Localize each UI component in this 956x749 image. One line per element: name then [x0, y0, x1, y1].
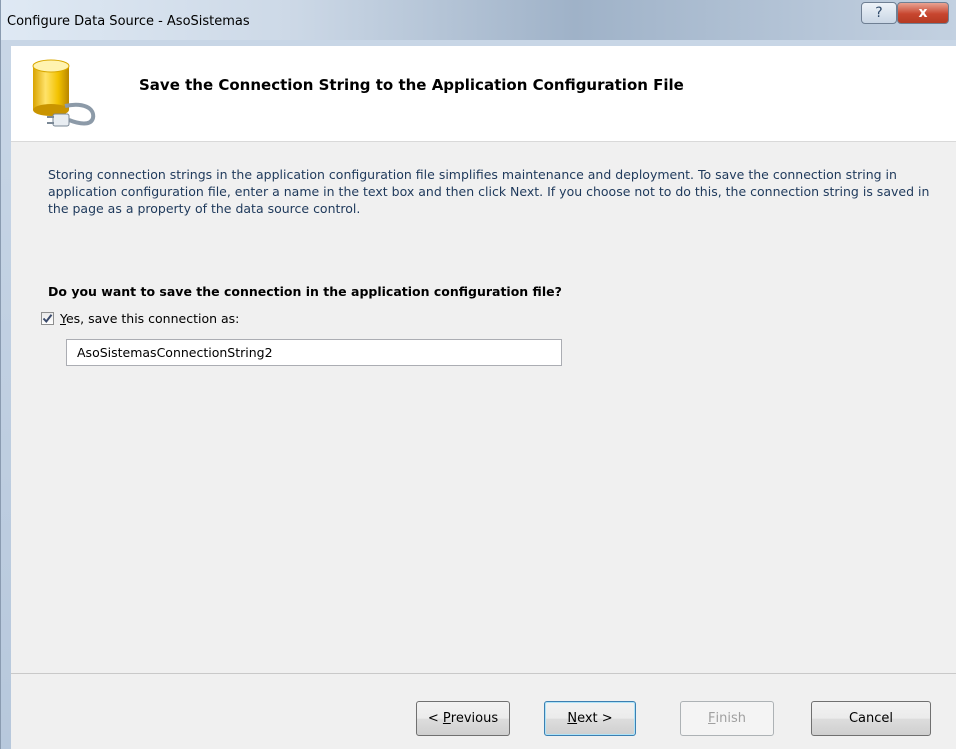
save-connection-label[interactable]: Yes, save this connection as: [60, 311, 239, 326]
connection-name-input[interactable] [66, 339, 562, 366]
dialog-client-area: Save the Connection String to the Applic… [11, 46, 956, 749]
previous-prefix: < [427, 711, 443, 726]
close-icon: x [918, 5, 928, 21]
wizard-page-title: Save the Connection String to the Applic… [139, 76, 684, 94]
close-button[interactable]: x [897, 2, 949, 24]
wizard-header: Save the Connection String to the Applic… [11, 46, 956, 142]
title-bar[interactable]: Configure Data Source - AsoSistemas ? x [1, 0, 956, 40]
description-text: Storing connection strings in the applic… [48, 167, 930, 216]
save-connection-question: Do you want to save the connection in th… [48, 284, 562, 299]
previous-button[interactable]: < Previous [416, 701, 510, 736]
dialog-window: Configure Data Source - AsoSistemas ? x [0, 0, 956, 749]
checkmark-icon [42, 314, 53, 324]
next-button[interactable]: Next > [544, 701, 636, 736]
help-icon: ? [875, 5, 883, 21]
previous-accel: P [442, 711, 451, 726]
help-button[interactable]: ? [861, 2, 897, 24]
previous-rest: revious [450, 711, 499, 726]
save-connection-label-rest: es, save this connection as: [65, 311, 240, 326]
finish-rest: inish [715, 711, 746, 726]
finish-button: Finish [680, 701, 774, 736]
next-rest: ext > [577, 711, 613, 726]
window-title: Configure Data Source - AsoSistemas [7, 14, 250, 29]
save-connection-option[interactable]: Yes, save this connection as: [41, 311, 239, 326]
save-connection-checkbox[interactable] [41, 312, 54, 325]
next-accel: N [567, 711, 578, 726]
cancel-button[interactable]: Cancel [811, 701, 931, 736]
database-plug-icon [32, 59, 96, 127]
finish-accel: F [708, 711, 716, 726]
footer-divider [11, 673, 956, 674]
